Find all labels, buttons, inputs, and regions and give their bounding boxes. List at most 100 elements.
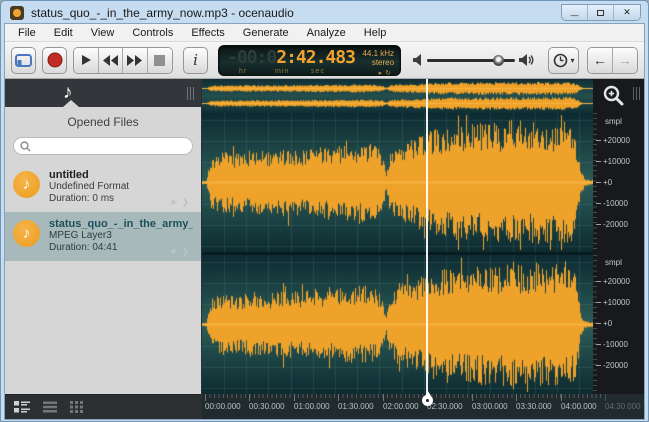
file-format: Undefined Format xyxy=(49,181,129,193)
scale-channel-left[interactable]: smpl +20000 +10000 +0 -10000 -20000 xyxy=(593,113,644,252)
channel-mode-label: stereo xyxy=(355,58,394,67)
close-icon: ✕ xyxy=(623,7,631,18)
search-input[interactable] xyxy=(35,140,186,152)
main-area: ♪ Opened Files ♪ untitled xyxy=(5,79,644,419)
window-controls: — ✕ xyxy=(561,4,641,21)
forward-button[interactable]: → xyxy=(613,48,637,73)
sidebar-grip-handle[interactable] xyxy=(187,87,195,100)
sidebar-panel-icon xyxy=(15,54,32,67)
time-tick: 04:00.000 xyxy=(561,402,597,411)
rewind-button[interactable] xyxy=(99,48,124,73)
waveform-overview-strip[interactable] xyxy=(202,79,595,113)
loop-indicator-icon: ↻ xyxy=(385,70,394,77)
scale-unit-label: smpl xyxy=(605,258,622,267)
time-tick: 00:00.000 xyxy=(205,402,241,411)
info-icon: i xyxy=(193,51,198,69)
search-icon xyxy=(20,141,31,152)
volume-knob[interactable] xyxy=(493,55,504,66)
time-display[interactable]: -00:02:42.483 hr min sec 44.1 kHz stereo… xyxy=(218,45,401,76)
record-button[interactable] xyxy=(42,47,67,74)
menu-analyze[interactable]: Analyze xyxy=(298,25,355,41)
view-mode-grid-button[interactable] xyxy=(70,401,83,413)
transport-group xyxy=(73,47,173,74)
active-tab-notch xyxy=(63,100,79,107)
time-tick: 03:30.000 xyxy=(516,402,552,411)
app-icon xyxy=(10,6,24,20)
speaker-low-icon xyxy=(413,54,423,66)
minimize-button[interactable]: — xyxy=(562,5,588,20)
file-item-status-quo[interactable]: ♪ status_quo_-_in_the_army_now.... MPEG … xyxy=(5,212,201,261)
amp-tick: -20000 xyxy=(603,220,628,229)
forward-arrow-icon: → xyxy=(618,53,632,67)
time-format-dropdown-button[interactable]: ▾ xyxy=(548,47,579,74)
stop-button[interactable] xyxy=(148,48,172,73)
amp-tick: +0 xyxy=(603,319,612,328)
view-mode-details-button[interactable] xyxy=(14,401,30,413)
waveform-channel-left[interactable] xyxy=(202,113,595,252)
panel-grip-handle[interactable] xyxy=(633,87,641,100)
amp-tick: +0 xyxy=(603,178,612,187)
panel-title: Opened Files xyxy=(5,107,201,135)
window-title: status_quo_-_in_the_army_now.mp3 - ocena… xyxy=(31,6,294,20)
maximize-button[interactable] xyxy=(588,5,614,20)
rewind-icon xyxy=(102,55,118,66)
time-current: 2:42.483 xyxy=(276,47,355,68)
file-search-box[interactable] xyxy=(13,137,193,155)
back-button[interactable]: ← xyxy=(588,48,613,73)
volume-slider[interactable] xyxy=(427,55,515,66)
waveform-channel-right[interactable] xyxy=(202,255,595,394)
title-bar[interactable]: status_quo_-_in_the_army_now.mp3 - ocena… xyxy=(4,3,645,23)
favorite-star-icon[interactable]: ★ xyxy=(169,197,181,207)
waveform-region: smpl +20000 +10000 +0 -10000 -20000 smpl… xyxy=(202,79,644,419)
item-chevron-icon[interactable]: ❯ xyxy=(181,246,193,256)
maximize-icon xyxy=(597,10,604,16)
opened-files-list: ♪ untitled Undefined Format Duration: 0 … xyxy=(5,163,201,394)
speaker-high-icon xyxy=(519,54,534,66)
file-name: untitled xyxy=(49,169,129,181)
menu-help[interactable]: Help xyxy=(355,25,396,41)
unit-sec-label: sec xyxy=(311,68,325,75)
time-ghost-digits: -00:0 xyxy=(227,47,276,68)
amp-tick: +10000 xyxy=(603,298,630,307)
favorite-star-icon[interactable]: ★ xyxy=(169,246,181,256)
file-item-untitled[interactable]: ♪ untitled Undefined Format Duration: 0 … xyxy=(5,163,201,212)
info-button[interactable]: i xyxy=(183,47,208,74)
sidebar-toggle-button[interactable] xyxy=(11,47,36,74)
file-duration: Duration: 0 ms xyxy=(49,193,129,205)
unit-min-label: min xyxy=(275,68,289,75)
ruler-minor-ticks xyxy=(205,394,604,398)
playhead-pin[interactable] xyxy=(422,395,433,406)
amplitude-scale-panel: smpl +20000 +10000 +0 -10000 -20000 smpl… xyxy=(593,79,644,394)
minimize-icon: — xyxy=(571,14,579,18)
menu-controls[interactable]: Controls xyxy=(123,25,182,41)
zoom-icon[interactable] xyxy=(602,84,626,108)
back-arrow-icon: ← xyxy=(593,53,607,67)
stop-icon xyxy=(154,55,165,66)
scale-unit-label: smpl xyxy=(605,117,622,126)
menu-file[interactable]: File xyxy=(9,25,45,41)
playhead-line[interactable] xyxy=(426,79,428,394)
menu-view[interactable]: View xyxy=(82,25,124,41)
amp-tick: +20000 xyxy=(603,277,630,286)
unit-hr-label: hr xyxy=(239,68,247,75)
view-mode-list-button[interactable] xyxy=(43,401,57,413)
item-chevron-icon[interactable]: ❯ xyxy=(181,197,193,207)
time-tick: 02:00.000 xyxy=(383,402,419,411)
history-nav-group: ← → xyxy=(587,47,638,74)
volume-control xyxy=(413,54,534,66)
amp-tick: -10000 xyxy=(603,340,628,349)
menu-edit[interactable]: Edit xyxy=(45,25,82,41)
menu-effects[interactable]: Effects xyxy=(182,25,233,41)
close-button[interactable]: ✕ xyxy=(614,5,640,20)
time-tick: 00:30.000 xyxy=(249,402,285,411)
menu-generate[interactable]: Generate xyxy=(234,25,298,41)
play-icon xyxy=(80,54,92,66)
sidebar-header: ♪ xyxy=(5,79,201,107)
play-button[interactable] xyxy=(74,48,99,73)
fast-forward-button[interactable] xyxy=(123,48,148,73)
time-digits: -00:02:42.483 xyxy=(227,48,355,68)
time-tick: 02:30.000 xyxy=(427,402,463,411)
app-frame: File Edit View Controls Effects Generate… xyxy=(4,23,645,420)
scale-channel-right[interactable]: smpl +20000 +10000 +0 -10000 -20000 xyxy=(593,255,644,394)
clock-icon xyxy=(553,53,568,68)
